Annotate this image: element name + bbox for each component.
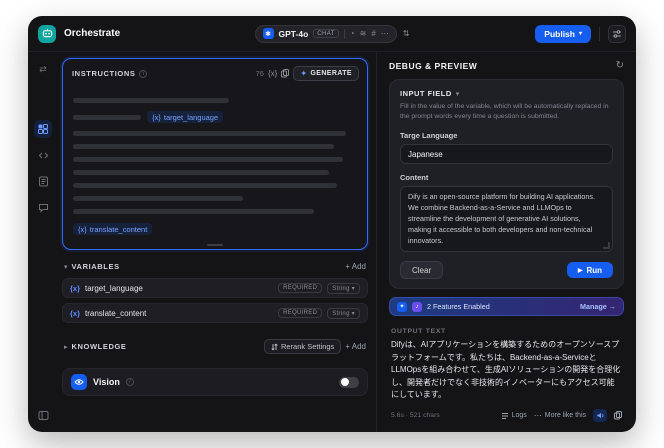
output-meta: 5.6s · 521 chars — [391, 412, 440, 420]
output-text: Difyは、AIアプリケーションを構築するためのオープンソースプラットフォームで… — [391, 340, 621, 399]
content-label: Content — [400, 173, 429, 183]
header-divider — [599, 26, 600, 41]
text-to-speech-button[interactable] — [593, 409, 607, 423]
chevron-down-icon[interactable]: ▾ — [456, 90, 460, 98]
rerank-icon — [271, 343, 278, 350]
char-count: 76 — [255, 69, 264, 78]
prompt-line — [73, 114, 142, 120]
resize-handle[interactable] — [207, 244, 223, 246]
model-name: GPT-4o — [278, 28, 309, 39]
app-logo-icon[interactable] — [38, 24, 56, 43]
app-settings-icon[interactable] — [608, 24, 626, 43]
back-to-apps-icon[interactable]: ⇄ — [34, 60, 52, 78]
app-window: Orchestrate ✱ GPT-4o CHAT ◔ ≋ # ⋯ ⇅ Publ… — [28, 16, 636, 432]
run-button[interactable]: ▶ Run — [566, 262, 613, 279]
info-icon: i — [139, 69, 148, 78]
prompt-line — [73, 157, 343, 162]
prompt-line — [73, 183, 338, 188]
chevron-right-icon[interactable]: ▸ — [64, 343, 68, 351]
chat-mode-badge: CHAT — [313, 29, 339, 38]
api-access-icon[interactable] — [34, 146, 52, 164]
top-header: Orchestrate ✱ GPT-4o CHAT ◔ ≋ # ⋯ ⇅ Publ… — [28, 16, 636, 52]
left-icon-rail: ⇄ — [28, 52, 58, 432]
clear-button[interactable]: Clear — [400, 261, 444, 280]
add-variable-button[interactable]: + Add — [345, 262, 366, 271]
variable-chip[interactable]: {x} translate_content — [73, 223, 153, 235]
prompt-line — [73, 209, 315, 214]
required-badge: REQUIRED — [278, 283, 323, 293]
annotation-icon[interactable] — [34, 198, 52, 216]
instructions-title: INSTRUCTIONS — [72, 69, 136, 78]
copy-icon[interactable] — [281, 69, 290, 78]
variable-icon: {x} — [70, 308, 81, 318]
model-provider-icon: ✱ — [262, 28, 274, 39]
play-icon: ▶ — [577, 267, 583, 274]
add-knowledge-button[interactable]: + Add — [345, 342, 366, 351]
variable-chip[interactable]: {x} target_language — [147, 111, 224, 123]
prompt-line — [73, 170, 329, 175]
feature-icon-speech: ♪ — [412, 301, 422, 312]
arrow-right-icon: → — [608, 302, 616, 312]
variable-insert-icon[interactable]: {x} — [268, 69, 277, 78]
speaker-icon — [596, 413, 603, 419]
debug-preview-panel: DEBUG & PREVIEW ↻ INPUT FIELD ▾ Fill in … — [376, 52, 636, 432]
panel-toggle-icon[interactable] — [34, 406, 52, 424]
vision-toggle[interactable] — [339, 376, 359, 388]
input-field-card: INPUT FIELD ▾ Fill in the value of the v… — [389, 79, 624, 290]
knowledge-title: KNOWLEDGE — [71, 342, 127, 351]
input-field-title: INPUT FIELD — [400, 89, 452, 98]
orchestrate-panel: INSTRUCTIONS i 76 {x} ✦ GENERATE {x} tar… — [58, 52, 376, 432]
feature-icon-citations: ✦ — [397, 301, 407, 312]
required-badge: REQUIRED — [278, 308, 323, 318]
prompt-line — [73, 98, 230, 103]
type-badge[interactable]: String ▾ — [327, 282, 360, 294]
logs-button[interactable]: Logs — [501, 412, 527, 420]
dots-icon: ⋯ — [533, 411, 542, 421]
logs-nav-icon[interactable] — [34, 172, 52, 190]
debug-title: DEBUG & PREVIEW — [389, 60, 478, 71]
model-selector[interactable]: ✱ GPT-4o CHAT ◔ ≋ # ⋯ — [254, 24, 397, 43]
swap-model-icon[interactable]: ⇅ — [403, 29, 410, 38]
more-like-this-button[interactable]: ⋯ More like this — [534, 411, 586, 420]
prompt-line — [73, 144, 335, 149]
variable-row[interactable]: {x} target_language REQUIRED String ▾ — [62, 278, 368, 298]
features-bar[interactable]: ✦ ♪ 2 Features Enabled Manage → — [389, 297, 624, 317]
output-text-title: OUTPUT TEXT — [391, 328, 446, 336]
instructions-editor[interactable]: INSTRUCTIONS i 76 {x} ✦ GENERATE {x} tar… — [62, 58, 368, 250]
features-enabled-label: 2 Features Enabled — [427, 302, 490, 312]
rerank-settings-button[interactable]: Rerank Settings — [263, 339, 342, 354]
temperature-icon[interactable]: ◔ — [350, 29, 355, 38]
logs-icon — [501, 412, 508, 419]
vision-feature-row: Vision i — [62, 368, 368, 396]
prompt-line — [73, 131, 346, 136]
variable-row[interactable]: {x} translate_content REQUIRED String ▾ — [62, 303, 368, 323]
refresh-icon[interactable]: ↻ — [616, 60, 624, 71]
manage-features-link[interactable]: Manage → — [580, 302, 616, 311]
copy-output-button[interactable] — [614, 411, 622, 420]
sparkle-icon: ✦ — [300, 69, 308, 78]
variable-icon: {x} — [70, 283, 81, 293]
input-field-description: Fill in the value of the variable, which… — [400, 103, 609, 121]
info-icon: i — [125, 378, 134, 386]
copy-icon — [614, 411, 622, 420]
chevron-down-icon[interactable]: ▾ — [64, 263, 68, 271]
more-params-icon[interactable]: ⋯ — [381, 29, 389, 38]
params-icon[interactable]: ≋ — [360, 29, 367, 38]
prompt-content[interactable]: {x} target_language {x} translate_content — [63, 84, 367, 247]
publish-button[interactable]: Publish ▾ — [535, 24, 591, 43]
target-language-label: Targe Language — [400, 131, 458, 141]
target-language-select[interactable]: Japanese — [400, 144, 613, 165]
variables-title: VARIABLES — [71, 262, 120, 271]
type-badge[interactable]: String ▾ — [327, 307, 360, 319]
orchestrate-nav-icon[interactable] — [34, 120, 52, 138]
pill-divider — [343, 28, 345, 39]
content-textarea[interactable]: Dify is an open-source platform for buil… — [400, 186, 613, 253]
vision-icon — [71, 374, 87, 390]
tokens-icon[interactable]: # — [371, 29, 375, 38]
chevron-down-icon: ▾ — [578, 31, 582, 37]
page-title: Orchestrate — [64, 28, 121, 39]
prompt-line — [73, 196, 244, 201]
generate-button[interactable]: ✦ GENERATE — [293, 66, 359, 81]
resize-corner-icon[interactable] — [603, 242, 610, 250]
